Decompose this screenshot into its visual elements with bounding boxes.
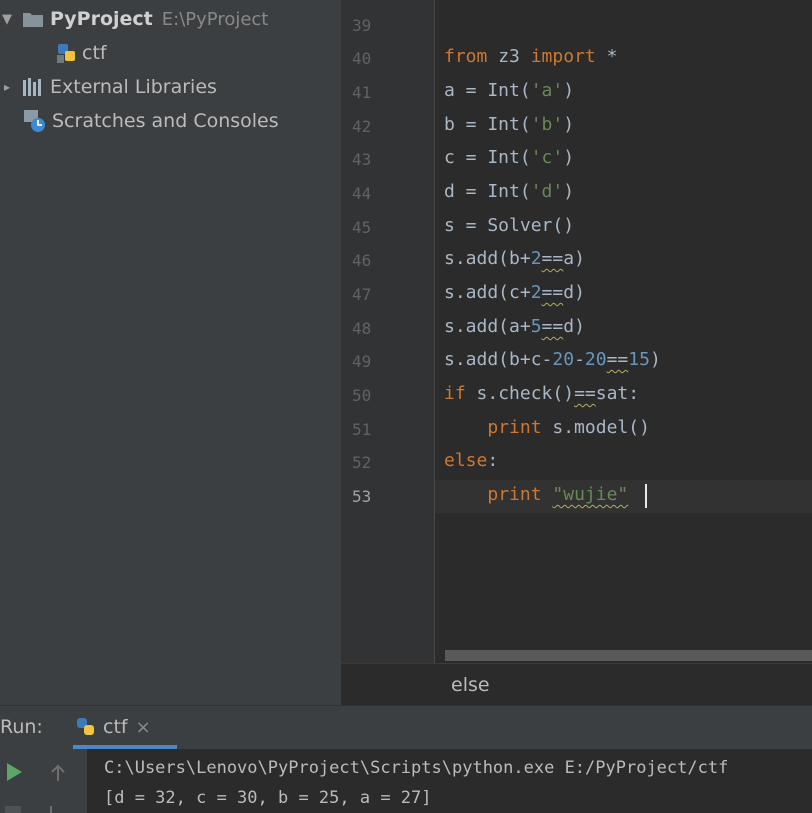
- close-icon[interactable]: ×: [136, 717, 151, 738]
- code-line[interactable]: if s.check()==sat:: [444, 383, 639, 404]
- external-libraries-label: External Libraries: [50, 76, 217, 98]
- tree-item-external-libraries[interactable]: ▸ External Libraries: [0, 72, 217, 102]
- tree-item-ctf[interactable]: ctf: [56, 38, 107, 68]
- scroll-down-arrow-icon[interactable]: [50, 806, 66, 813]
- python-file-icon: [56, 42, 78, 64]
- code-line[interactable]: s.add(c+2==d): [444, 282, 585, 303]
- console-line: [d = 32, c = 30, b = 25, a = 27]: [104, 788, 432, 808]
- run-tab-label: ctf: [103, 716, 128, 738]
- line-number: 48: [352, 319, 372, 338]
- stop-icon[interactable]: [5, 806, 21, 813]
- run-tab-ctf[interactable]: ctf ×: [73, 705, 177, 749]
- run-label: Run:: [0, 716, 43, 738]
- scroll-up-arrow-icon[interactable]: [50, 764, 66, 786]
- project-path: E:\PyProject: [161, 8, 269, 30]
- tree-item-pyproject[interactable]: ▼ PyProject E:\PyProject: [0, 4, 268, 34]
- line-number: 50: [352, 386, 372, 405]
- collapse-arrow-icon[interactable]: ▸: [0, 80, 14, 94]
- line-number: 43: [352, 150, 372, 169]
- line-number: 41: [352, 83, 372, 102]
- code-line[interactable]: s.add(b+2==a): [444, 248, 585, 269]
- line-number: 51: [352, 420, 372, 439]
- project-name: PyProject: [50, 8, 153, 30]
- line-number: 39: [352, 16, 372, 35]
- breadcrumb-bar: [341, 663, 812, 706]
- text-caret: [645, 484, 647, 508]
- library-icon: [22, 77, 44, 97]
- code-line[interactable]: s.add(b+c-20-20==15): [444, 349, 661, 370]
- line-number: 47: [352, 285, 372, 304]
- folder-icon: [22, 10, 44, 28]
- code-line[interactable]: a = Int('a'): [444, 80, 574, 101]
- line-number: 46: [352, 251, 372, 270]
- line-number-current: 53: [352, 487, 372, 506]
- line-number: 40: [352, 49, 372, 68]
- line-number: 42: [352, 117, 372, 136]
- python-icon: [75, 716, 97, 738]
- expand-arrow-icon[interactable]: ▼: [0, 12, 14, 27]
- code-line[interactable]: d = Int('d'): [444, 181, 574, 202]
- code-line[interactable]: from z3 import *: [444, 46, 617, 67]
- code-line[interactable]: c = Int('c'): [444, 147, 574, 168]
- scratches-icon: [22, 108, 48, 134]
- console-line: C:\Users\Lenovo\PyProject\Scripts\python…: [104, 758, 729, 778]
- line-number: 52: [352, 453, 372, 472]
- code-line[interactable]: print s.model(): [444, 417, 650, 438]
- horizontal-scrollbar[interactable]: [445, 650, 812, 661]
- file-name: ctf: [82, 42, 107, 64]
- code-line[interactable]: else:: [444, 450, 498, 471]
- line-number: 45: [352, 218, 372, 237]
- code-line[interactable]: b = Int('b'): [444, 114, 574, 135]
- tree-item-scratches[interactable]: Scratches and Consoles: [22, 106, 279, 136]
- code-line[interactable]: s.add(a+5==d): [444, 316, 585, 337]
- breadcrumb[interactable]: else: [451, 674, 490, 696]
- rerun-play-icon[interactable]: [5, 762, 23, 786]
- scratches-label: Scratches and Consoles: [52, 110, 279, 132]
- line-number: 49: [352, 352, 372, 371]
- line-number: 44: [352, 184, 372, 203]
- code-line[interactable]: print "wujie": [444, 484, 628, 505]
- code-line[interactable]: s = Solver(): [444, 215, 574, 236]
